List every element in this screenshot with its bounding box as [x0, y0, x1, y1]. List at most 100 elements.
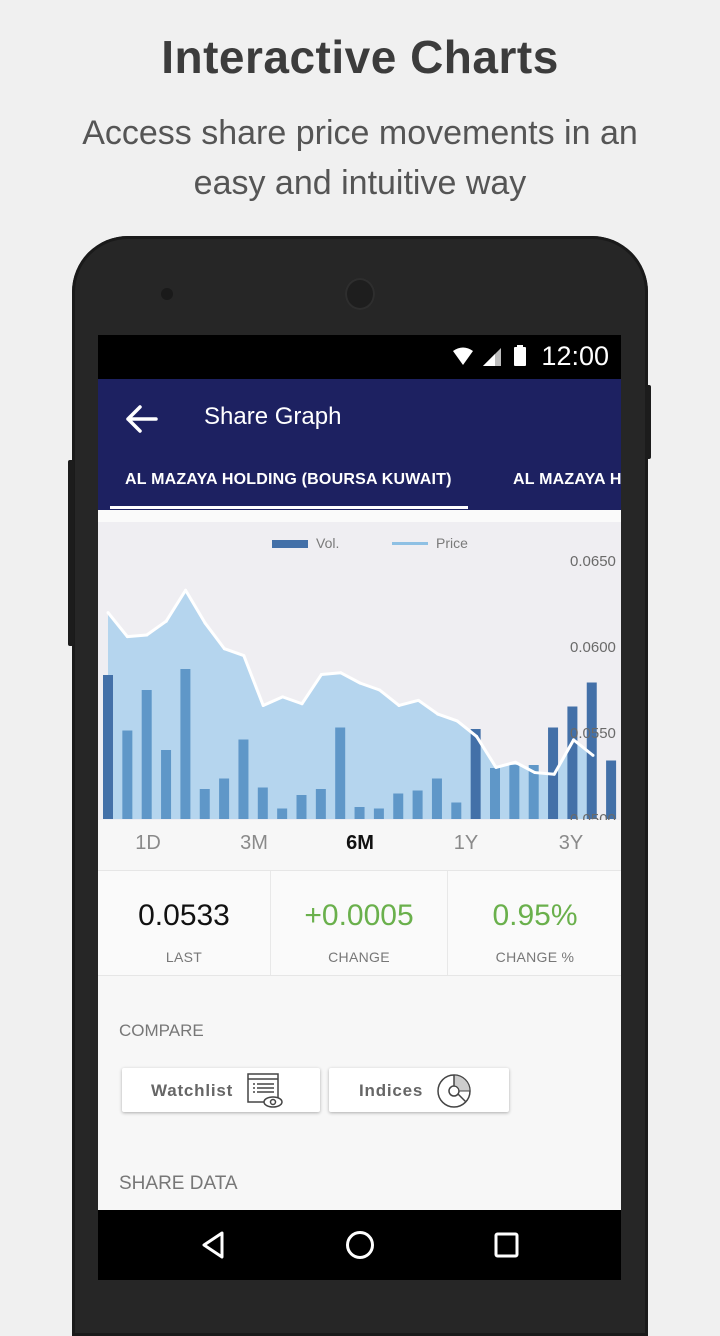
legend-vol-marker: [272, 540, 308, 548]
volume-bar: [354, 807, 365, 819]
range-1y[interactable]: 1Y: [436, 832, 496, 855]
indices-label: Indices: [359, 1081, 424, 1100]
compare-watchlist-button[interactable]: Watchlist: [122, 1068, 320, 1112]
volume-bar: [431, 778, 442, 819]
volume-bar: [141, 690, 152, 819]
price-point: [203, 621, 207, 625]
phone-volume-button: [68, 460, 74, 646]
wifi-icon: [453, 347, 473, 365]
volume-bar: [199, 789, 210, 819]
promo-title: Interactive Charts: [161, 31, 559, 83]
change-percent-value: 0.95%: [492, 899, 578, 932]
tab-al-mazaya-second[interactable]: AL MAZAYA H: [513, 471, 621, 489]
y-tick-label: 0.0500: [570, 811, 616, 820]
share-chart[interactable]: Vol. Price 0.0650 0.0600 0.0550 0.0500: [98, 510, 621, 820]
compare-heading: COMPARE: [119, 1021, 204, 1040]
price-point: [533, 771, 537, 775]
price-point: [145, 633, 149, 637]
status-bar: 12:00: [98, 335, 621, 379]
price-stats: 0.0533 LAST +0.0005 CHANGE 0.95% CHANGE …: [98, 871, 621, 976]
price-point: [455, 719, 459, 723]
last-value: 0.0533: [138, 899, 230, 932]
price-point: [436, 712, 440, 716]
volume-bar: [373, 808, 384, 819]
volume-bar: [451, 802, 462, 819]
promo-subtitle: Access share price movements in an easy …: [82, 114, 638, 202]
pie-chart-icon: [437, 1074, 471, 1108]
y-tick-label: 0.0600: [570, 639, 616, 656]
volume-bar: [161, 750, 172, 819]
price-point: [319, 673, 323, 677]
price-point: [281, 695, 285, 699]
share-data-heading: SHARE DATA: [119, 1173, 238, 1194]
volume-bar: [567, 706, 578, 819]
price-point: [378, 688, 382, 692]
range-6m[interactable]: 6M: [330, 832, 390, 855]
volume-bar: [509, 765, 520, 819]
y-tick-label: 0.0550: [570, 725, 616, 742]
watchlist-label: Watchlist: [151, 1081, 234, 1100]
front-camera: [161, 288, 173, 300]
volume-bar: [296, 795, 307, 819]
change-value: +0.0005: [304, 899, 414, 932]
volume-bar: [412, 790, 423, 819]
active-tab-indicator: [110, 506, 468, 509]
legend-price-marker: [392, 542, 428, 545]
volume-bar: [219, 778, 230, 819]
chart-legend: Vol. Price: [272, 535, 468, 551]
price-point: [339, 671, 343, 675]
navigation-bar: [98, 1210, 621, 1280]
earpiece-speaker: [345, 278, 375, 310]
price-point: [475, 734, 479, 738]
range-3y[interactable]: 3Y: [541, 832, 601, 855]
price-point: [164, 619, 168, 623]
legend-vol-label: Vol.: [316, 535, 339, 551]
price-point: [591, 753, 595, 757]
price-point: [184, 588, 188, 592]
change-percent-label: CHANGE %: [495, 949, 575, 965]
price-point: [106, 611, 110, 615]
arrow-left-icon[interactable]: [122, 401, 162, 437]
price-point: [222, 647, 226, 651]
volume-bar: [335, 727, 346, 819]
phone-screen: 12:00 Share Graph AL MAZAYA HOLDING (BOU…: [98, 335, 621, 1210]
range-3m[interactable]: 3M: [224, 832, 284, 855]
y-tick-label: 0.0650: [570, 553, 616, 570]
price-point: [552, 772, 556, 776]
volume-bar: [315, 789, 326, 819]
watchlist-eye-icon: [247, 1073, 283, 1108]
home-circle-icon[interactable]: [345, 1230, 375, 1260]
price-point: [513, 760, 517, 764]
volume-bar: [277, 808, 288, 819]
phone-power-button: [645, 385, 651, 459]
price-point: [358, 681, 362, 685]
price-point: [494, 765, 498, 769]
volume-bar: [490, 768, 500, 819]
back-triangle-icon[interactable]: [200, 1230, 226, 1260]
compare-indices-button[interactable]: Indices: [329, 1068, 509, 1112]
price-point: [261, 703, 265, 707]
legend-price-label: Price: [436, 535, 468, 551]
stat-change: +0.0005 CHANGE: [270, 871, 447, 975]
battery-icon: [514, 345, 526, 366]
volume-bar: [122, 730, 133, 819]
recents-square-icon[interactable]: [494, 1230, 520, 1260]
price-point: [125, 635, 129, 639]
volume-bar: [257, 787, 268, 819]
price-point: [242, 654, 246, 658]
chart-svg[interactable]: Vol. Price 0.0650 0.0600 0.0550 0.0500: [98, 510, 621, 820]
tab-al-mazaya-boursa-kuwait[interactable]: AL MAZAYA HOLDING (BOURSA KUWAIT): [125, 471, 452, 489]
volume-bar: [103, 675, 113, 819]
range-1d[interactable]: 1D: [118, 832, 178, 855]
volume-bar: [180, 669, 191, 819]
range-selector: 1D 3M 6M 1Y 3Y: [98, 820, 621, 871]
volume-bar: [393, 793, 404, 819]
last-label: LAST: [165, 949, 203, 965]
stat-change-percent: 0.95% CHANGE %: [447, 871, 621, 975]
status-time: 12:00: [541, 341, 609, 371]
change-label: CHANGE: [328, 949, 390, 965]
stat-last: 0.0533 LAST: [98, 871, 270, 975]
price-point: [300, 702, 304, 706]
signal-icon: [483, 348, 501, 366]
price-point: [416, 698, 420, 702]
